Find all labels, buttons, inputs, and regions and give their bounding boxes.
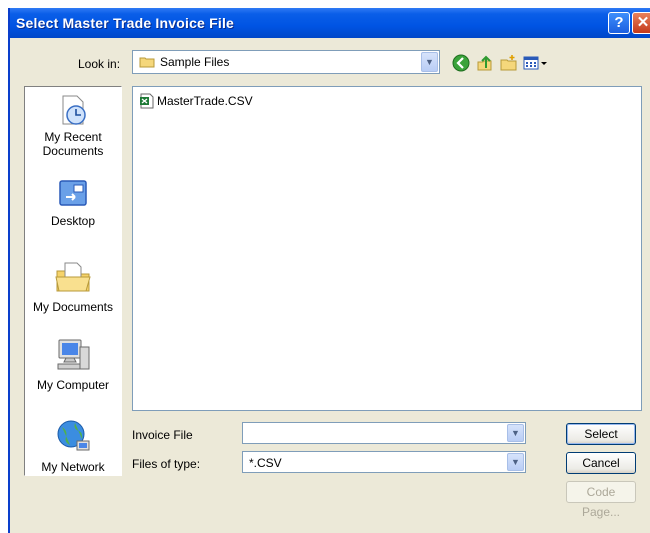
invoice-file-label: Invoice File (132, 428, 193, 442)
places-bar: My Recent Documents Desktop My Documents (24, 86, 122, 476)
chevron-down-icon[interactable]: ▼ (507, 424, 524, 442)
files-of-type-dropdown[interactable]: *.CSV ▼ (242, 451, 526, 473)
window-title: Select Master Trade Invoice File (16, 15, 235, 31)
place-label: My Computer (36, 378, 110, 392)
up-folder-icon[interactable] (476, 54, 494, 72)
views-menu-icon[interactable] (523, 54, 549, 72)
files-of-type-label: Files of type: (132, 457, 201, 471)
look-in-dropdown[interactable]: Sample Files ▼ (132, 50, 440, 74)
place-my-network[interactable]: My Network (25, 417, 121, 474)
place-label: My Recent Documents (42, 130, 104, 158)
place-my-computer[interactable]: My Computer (25, 335, 121, 392)
title-bar[interactable]: Select Master Trade Invoice File ? ✕ (10, 8, 650, 38)
chevron-down-icon[interactable]: ▼ (421, 52, 438, 72)
place-my-recent-documents[interactable]: My Recent Documents (25, 93, 121, 158)
place-label: My Documents (32, 300, 114, 314)
place-label: Desktop (50, 214, 96, 228)
my-network-icon (57, 420, 90, 451)
place-label: My Network (41, 460, 105, 474)
cancel-button[interactable]: Cancel (566, 452, 636, 474)
desktop-icon (59, 180, 87, 206)
select-button[interactable]: Select (566, 423, 636, 445)
my-documents-icon (55, 262, 91, 292)
open-file-dialog: Select Master Trade Invoice File ? ✕ Loo… (8, 8, 650, 533)
files-of-type-value: *.CSV (249, 456, 282, 470)
my-computer-icon (57, 339, 90, 370)
invoice-file-input[interactable]: ▼ (242, 422, 526, 444)
folder-icon (139, 57, 155, 68)
help-button[interactable]: ? (608, 12, 630, 34)
file-list[interactable]: MasterTrade.CSV (132, 86, 642, 411)
place-my-documents[interactable]: My Documents (25, 257, 121, 314)
code-page-button[interactable]: Code Page... (566, 481, 636, 519)
chevron-down-icon[interactable]: ▼ (507, 453, 524, 471)
excel-csv-file-icon (140, 93, 154, 109)
back-icon[interactable] (452, 54, 470, 72)
new-folder-icon[interactable] (500, 54, 518, 72)
look-in-value: Sample Files (160, 55, 230, 69)
look-in-label: Look in: (78, 57, 121, 71)
file-name: MasterTrade.CSV (157, 94, 253, 108)
place-desktop[interactable]: Desktop (25, 177, 121, 228)
close-button[interactable]: ✕ (632, 12, 650, 34)
recent-documents-icon (62, 95, 86, 125)
